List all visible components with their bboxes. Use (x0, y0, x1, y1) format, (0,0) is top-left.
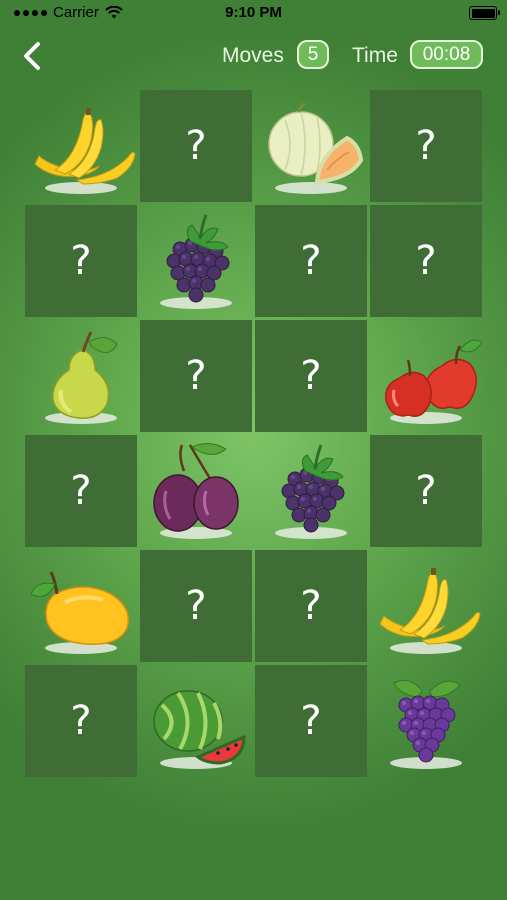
clock: 9:10 PM (225, 4, 282, 21)
banana-icon (370, 550, 482, 662)
hidden-card[interactable]: ? (255, 550, 367, 662)
revealed-card-plum (140, 435, 252, 547)
banana-icon (25, 90, 137, 202)
revealed-card-mango (25, 550, 137, 662)
revealed-card-banana (370, 550, 482, 662)
question-mark-icon: ? (70, 698, 92, 744)
blackberry-icon (140, 205, 252, 317)
blackberry-icon (255, 435, 367, 547)
hidden-card[interactable]: ? (140, 550, 252, 662)
question-mark-icon: ? (300, 583, 322, 629)
hidden-card[interactable]: ? (370, 90, 482, 202)
melon-icon (255, 90, 367, 202)
hidden-card[interactable]: ? (25, 665, 137, 777)
question-mark-icon: ? (300, 698, 322, 744)
battery-icon (469, 6, 500, 20)
back-arrow-icon[interactable] (18, 40, 50, 72)
question-mark-icon: ? (300, 353, 322, 399)
question-mark-icon: ? (300, 238, 322, 284)
revealed-card-watermelon (140, 665, 252, 777)
revealed-card-grape (370, 665, 482, 777)
question-mark-icon: ? (70, 468, 92, 514)
pear-icon (25, 320, 137, 432)
question-mark-icon: ? (415, 238, 437, 284)
revealed-card-apple (370, 320, 482, 432)
hidden-card[interactable]: ? (370, 435, 482, 547)
hidden-card[interactable]: ? (140, 320, 252, 432)
hidden-card[interactable]: ? (25, 435, 137, 547)
status-bar: Carrier 9:10 PM (0, 0, 507, 26)
question-mark-icon: ? (185, 123, 207, 169)
revealed-card-blackberry (255, 435, 367, 547)
revealed-card-banana (25, 90, 137, 202)
time-counter: 00:08 (410, 40, 483, 69)
hidden-card[interactable]: ? (140, 90, 252, 202)
hidden-card[interactable]: ? (370, 205, 482, 317)
revealed-card-pear (25, 320, 137, 432)
question-mark-icon: ? (70, 238, 92, 284)
time-label: Time (352, 44, 398, 67)
revealed-card-melon (255, 90, 367, 202)
grape-icon (370, 665, 482, 777)
question-mark-icon: ? (415, 123, 437, 169)
question-mark-icon: ? (185, 583, 207, 629)
plum-icon (140, 435, 252, 547)
question-mark-icon: ? (415, 468, 437, 514)
mango-icon (25, 550, 137, 662)
watermelon-icon (140, 665, 252, 777)
moves-label: Moves (222, 44, 284, 67)
revealed-card-blackberry (140, 205, 252, 317)
apple-icon (370, 320, 482, 432)
hidden-card[interactable]: ? (255, 665, 367, 777)
hidden-card[interactable]: ? (25, 205, 137, 317)
question-mark-icon: ? (185, 353, 207, 399)
hidden-card[interactable]: ? (255, 320, 367, 432)
moves-counter: 5 (297, 40, 329, 69)
game-header: Moves 5 Time 00:08 (0, 32, 507, 82)
hidden-card[interactable]: ? (255, 205, 367, 317)
card-grid: ? ?? ?? ?? ? ? ? ? ? ? (25, 90, 485, 777)
